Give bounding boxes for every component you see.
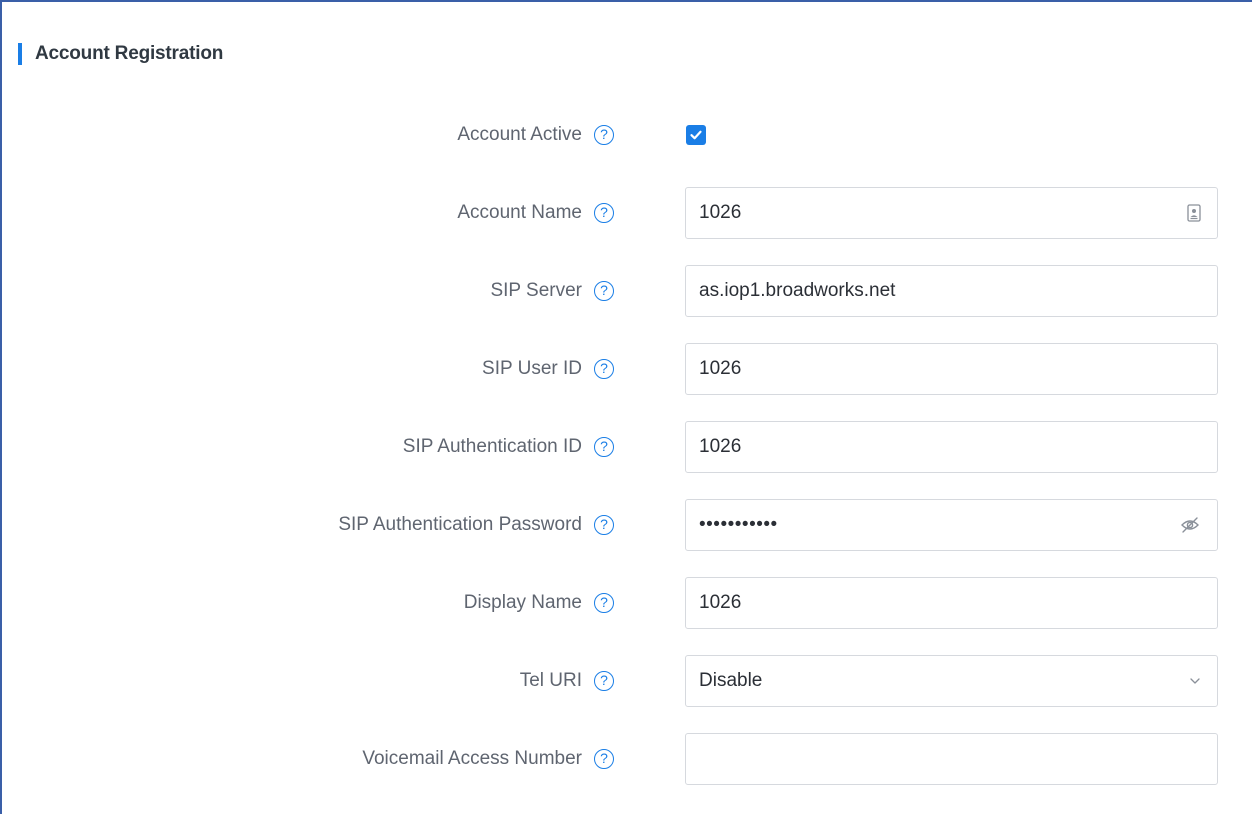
- question-circle-icon[interactable]: ?: [594, 437, 614, 457]
- section-title: Account Registration: [35, 43, 224, 64]
- question-circle-icon[interactable]: ?: [594, 203, 614, 223]
- row-display-name: Display Name ?: [2, 577, 1252, 629]
- chevron-down-icon: [1189, 677, 1201, 685]
- row-sip-server: SIP Server ?: [2, 265, 1252, 317]
- tel-uri-select[interactable]: Disable: [685, 655, 1218, 707]
- label-group-display-name: Display Name ?: [464, 577, 614, 629]
- question-circle-icon[interactable]: ?: [594, 671, 614, 691]
- account-active-label: Account Active: [457, 124, 582, 145]
- account-registration-panel: Account Registration Account Active ? Ac…: [0, 0, 1252, 814]
- question-circle-icon[interactable]: ?: [594, 749, 614, 769]
- sip-server-input[interactable]: [686, 266, 1217, 316]
- row-voicemail-access-number: Voicemail Access Number ?: [2, 733, 1252, 785]
- label-group-tel-uri: Tel URI ?: [520, 655, 614, 707]
- label-group-sip-auth-id: SIP Authentication ID ?: [403, 421, 614, 473]
- row-account-active: Account Active ?: [2, 109, 1252, 161]
- sip-user-id-field[interactable]: [685, 343, 1218, 395]
- display-name-field[interactable]: [685, 577, 1218, 629]
- section-accent-bar: [18, 43, 22, 65]
- question-circle-icon[interactable]: ?: [594, 359, 614, 379]
- label-group-sip-server: SIP Server ?: [490, 265, 614, 317]
- sip-server-field[interactable]: [685, 265, 1218, 317]
- section-header: Account Registration: [18, 42, 223, 66]
- label-group-voicemail-access-number: Voicemail Access Number ?: [362, 733, 614, 785]
- account-name-field[interactable]: [685, 187, 1218, 239]
- checkmark-icon: [690, 130, 702, 140]
- sip-user-id-input[interactable]: [686, 344, 1217, 394]
- question-circle-icon[interactable]: ?: [594, 515, 614, 535]
- label-group-sip-user-id: SIP User ID ?: [482, 343, 614, 395]
- account-name-input[interactable]: [686, 188, 1217, 238]
- contact-card-icon[interactable]: [1187, 204, 1201, 222]
- account-name-label: Account Name: [457, 202, 582, 223]
- row-sip-auth-password: SIP Authentication Password ?: [2, 499, 1252, 551]
- display-name-label: Display Name: [463, 592, 582, 613]
- sip-auth-password-input[interactable]: [686, 500, 1217, 550]
- sip-auth-password-field[interactable]: [685, 499, 1218, 551]
- voicemail-access-number-field[interactable]: [685, 733, 1218, 785]
- label-group-account-active: Account Active ?: [457, 109, 614, 161]
- label-group-sip-auth-password: SIP Authentication Password ?: [338, 499, 614, 551]
- tel-uri-selected-value: Disable: [699, 670, 763, 691]
- voicemail-access-number-label: Voicemail Access Number: [362, 748, 582, 769]
- sip-auth-password-label: SIP Authentication Password: [338, 514, 582, 535]
- sip-server-label: SIP Server: [490, 280, 582, 301]
- question-circle-icon[interactable]: ?: [594, 281, 614, 301]
- label-group-account-name: Account Name ?: [457, 187, 614, 239]
- question-circle-icon[interactable]: ?: [594, 125, 614, 145]
- sip-user-id-label: SIP User ID: [482, 358, 582, 379]
- sip-auth-id-input[interactable]: [686, 422, 1217, 472]
- display-name-input[interactable]: [686, 578, 1217, 628]
- row-sip-user-id: SIP User ID ?: [2, 343, 1252, 395]
- tel-uri-label: Tel URI: [519, 670, 582, 691]
- row-tel-uri: Tel URI ? Disable: [2, 655, 1252, 707]
- row-sip-auth-id: SIP Authentication ID ?: [2, 421, 1252, 473]
- account-active-checkbox[interactable]: [686, 125, 706, 145]
- eye-slash-icon[interactable]: [1179, 516, 1201, 534]
- question-circle-icon[interactable]: ?: [594, 593, 614, 613]
- sip-auth-id-label: SIP Authentication ID: [402, 436, 582, 457]
- sip-auth-id-field[interactable]: [685, 421, 1218, 473]
- row-account-name: Account Name ?: [2, 187, 1252, 239]
- voicemail-access-number-input[interactable]: [686, 734, 1217, 784]
